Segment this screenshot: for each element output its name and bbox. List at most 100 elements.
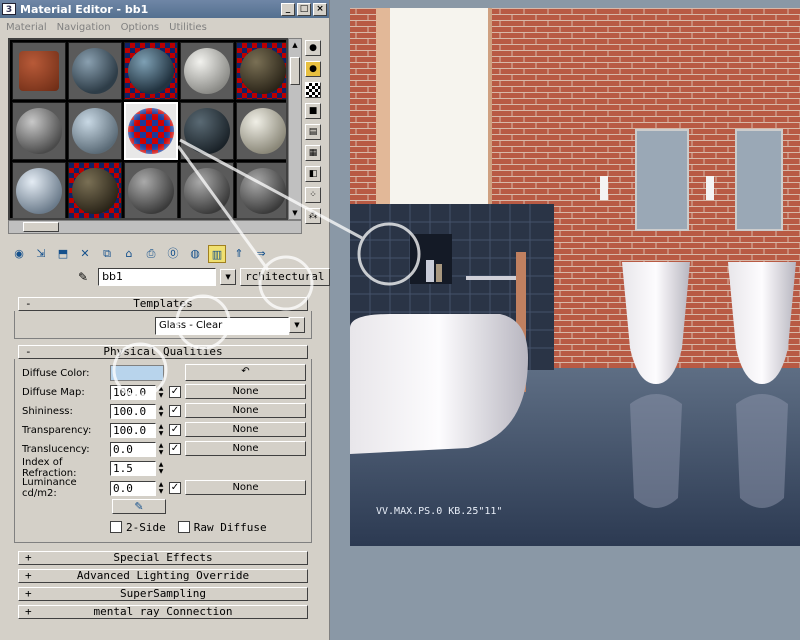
scroll-down-icon[interactable]: ▼: [290, 207, 300, 219]
diffuse-color-swatch[interactable]: [110, 365, 164, 381]
make-copy-icon[interactable]: ⧉: [98, 245, 116, 263]
luminance-checkbox[interactable]: ✓: [169, 482, 181, 494]
luminance-sample-button[interactable]: ✎: [112, 499, 166, 514]
sample-slot[interactable]: [68, 102, 122, 160]
material-type-button[interactable]: rchitectural: [240, 268, 330, 286]
assign-to-selection-icon[interactable]: ⬒: [54, 245, 72, 263]
shininess-spinner[interactable]: 100.0: [110, 403, 156, 419]
window-title: Material Editor - bb1: [20, 2, 149, 16]
sample-slot[interactable]: [12, 42, 66, 100]
diffuse-map-checkbox[interactable]: ✓: [169, 386, 181, 398]
special-effects-rollout-header[interactable]: + Special Effects: [18, 551, 308, 565]
background-checker-icon[interactable]: [305, 82, 321, 98]
luminance-map-button[interactable]: None: [185, 480, 306, 495]
luminance-spinner[interactable]: 0.0: [110, 480, 156, 496]
diffuse-map-button[interactable]: None: [185, 384, 306, 399]
sample-slot[interactable]: [236, 102, 286, 160]
close-button[interactable]: ×: [313, 2, 327, 16]
sample-slot-active[interactable]: [124, 102, 178, 160]
get-material-icon[interactable]: ◉: [10, 245, 28, 263]
sample-slot[interactable]: [236, 42, 286, 100]
material-map-navigator-icon[interactable]: ⁂: [305, 208, 321, 224]
material-editor-window: 3 Material Editor - bb1 _ □ × Material N…: [0, 0, 330, 640]
physical-qualities-rollout-header[interactable]: - Physical Qualities: [18, 345, 308, 359]
material-sphere: [128, 108, 174, 154]
minimize-button[interactable]: _: [281, 2, 295, 16]
options-icon[interactable]: ◧: [305, 166, 321, 182]
sample-slot[interactable]: [124, 162, 178, 218]
sample-slot[interactable]: [12, 102, 66, 160]
material-sphere: [16, 108, 62, 154]
slots-horizontal-scrollbar[interactable]: [8, 220, 302, 234]
sample-uv-tiling-icon[interactable]: ■: [305, 103, 321, 119]
select-by-material-icon[interactable]: ⁘: [305, 187, 321, 203]
templates-dropdown-icon[interactable]: ▼: [289, 317, 305, 333]
translucency-map-button[interactable]: None: [185, 441, 306, 456]
spinner-arrows-icon[interactable]: ▲ ▼: [157, 423, 165, 438]
menu-utilities[interactable]: Utilities: [169, 22, 207, 33]
sample-slot[interactable]: [68, 162, 122, 218]
advanced-lighting-override-rollout-header[interactable]: + Advanced Lighting Override: [18, 569, 308, 583]
put-to-scene-icon[interactable]: ⇲: [32, 245, 50, 263]
put-to-library-icon[interactable]: ⎙: [142, 245, 160, 263]
material-name-input[interactable]: bb1: [98, 268, 217, 286]
sample-slot[interactable]: [12, 162, 66, 218]
transparency-spinner[interactable]: 100.0: [110, 422, 156, 438]
sample-slot[interactable]: [180, 42, 234, 100]
templates-rollout-header[interactable]: - Templates: [18, 297, 308, 311]
sample-slot[interactable]: [124, 42, 178, 100]
mental-ray-connection-rollout-header[interactable]: + mental ray Connection: [18, 605, 308, 619]
scroll-thumb[interactable]: [290, 57, 300, 85]
translucency-spinner[interactable]: 0.0: [110, 441, 156, 457]
supersampling-rollout-header[interactable]: + SuperSampling: [18, 587, 308, 601]
transparency-map-button[interactable]: None: [185, 422, 306, 437]
sample-slot[interactable]: [236, 162, 286, 218]
two-side-label: 2-Side: [126, 520, 166, 534]
ior-spinner[interactable]: 1.5: [110, 460, 156, 476]
material-sphere: [72, 108, 118, 154]
material-name-dropdown-icon[interactable]: ▼: [220, 269, 237, 285]
menu-options[interactable]: Options: [121, 22, 160, 33]
spinner-arrows-icon[interactable]: ▲ ▼: [157, 481, 165, 496]
spinner-arrows-icon[interactable]: ▲ ▼: [157, 385, 165, 400]
pick-material-eyedropper-icon[interactable]: ✎: [78, 270, 88, 284]
bathroom-render: VV.MAX.PS.0 KB.25"11": [350, 8, 800, 546]
sample-slot[interactable]: [180, 102, 234, 160]
sample-type-icon[interactable]: ●: [305, 40, 321, 56]
material-effects-channel-icon[interactable]: ⓪: [164, 245, 182, 263]
slots-vertical-scrollbar[interactable]: ▲ ▼: [288, 38, 302, 220]
show-map-in-viewport-icon[interactable]: ◍: [186, 245, 204, 263]
video-color-check-icon[interactable]: ▤: [305, 124, 321, 140]
translucency-label: Translucency:: [22, 443, 90, 455]
transparency-row: Transparency: 100.0 ▲ ▼ ✓: [22, 422, 181, 438]
spinner-arrows-icon[interactable]: ▲ ▼: [157, 442, 165, 457]
show-end-result-icon[interactable]: ▥: [208, 245, 226, 263]
reset-color-button[interactable]: ↶: [185, 364, 306, 381]
shininess-map-button[interactable]: None: [185, 403, 306, 418]
sample-slot[interactable]: [68, 42, 122, 100]
material-sphere: [184, 108, 230, 154]
go-to-parent-icon[interactable]: ⇑: [230, 245, 248, 263]
delete-icon[interactable]: ✕: [76, 245, 94, 263]
diffuse-map-amount-spinner[interactable]: 100.0: [110, 384, 156, 400]
go-forward-sibling-icon[interactable]: ⇒: [252, 245, 270, 263]
raw-diffuse-checkbox[interactable]: [177, 521, 190, 533]
shininess-checkbox[interactable]: ✓: [169, 405, 181, 417]
translucency-checkbox[interactable]: ✓: [169, 443, 181, 455]
sample-slot[interactable]: [180, 162, 234, 218]
backlight-icon[interactable]: ●: [305, 61, 321, 77]
make-preview-icon[interactable]: ▦: [305, 145, 321, 161]
scroll-up-icon[interactable]: ▲: [290, 39, 300, 51]
templates-select[interactable]: Glass - Clear ▼: [155, 317, 305, 335]
two-side-checkbox[interactable]: [110, 521, 122, 533]
transparency-checkbox[interactable]: ✓: [169, 424, 181, 436]
spinner-arrows-icon[interactable]: ▲ ▼: [157, 404, 165, 419]
material-sphere: [128, 48, 174, 94]
spinner-arrows-icon[interactable]: ▲ ▼: [157, 461, 165, 476]
menu-navigation[interactable]: Navigation: [57, 22, 111, 33]
render-watermark: VV.MAX.PS.0 KB.25"11": [376, 506, 502, 517]
menu-material[interactable]: Material: [6, 22, 47, 33]
scroll-thumb[interactable]: [23, 222, 59, 232]
make-unique-icon[interactable]: ⌂: [120, 245, 138, 263]
maximize-button[interactable]: □: [297, 2, 311, 16]
